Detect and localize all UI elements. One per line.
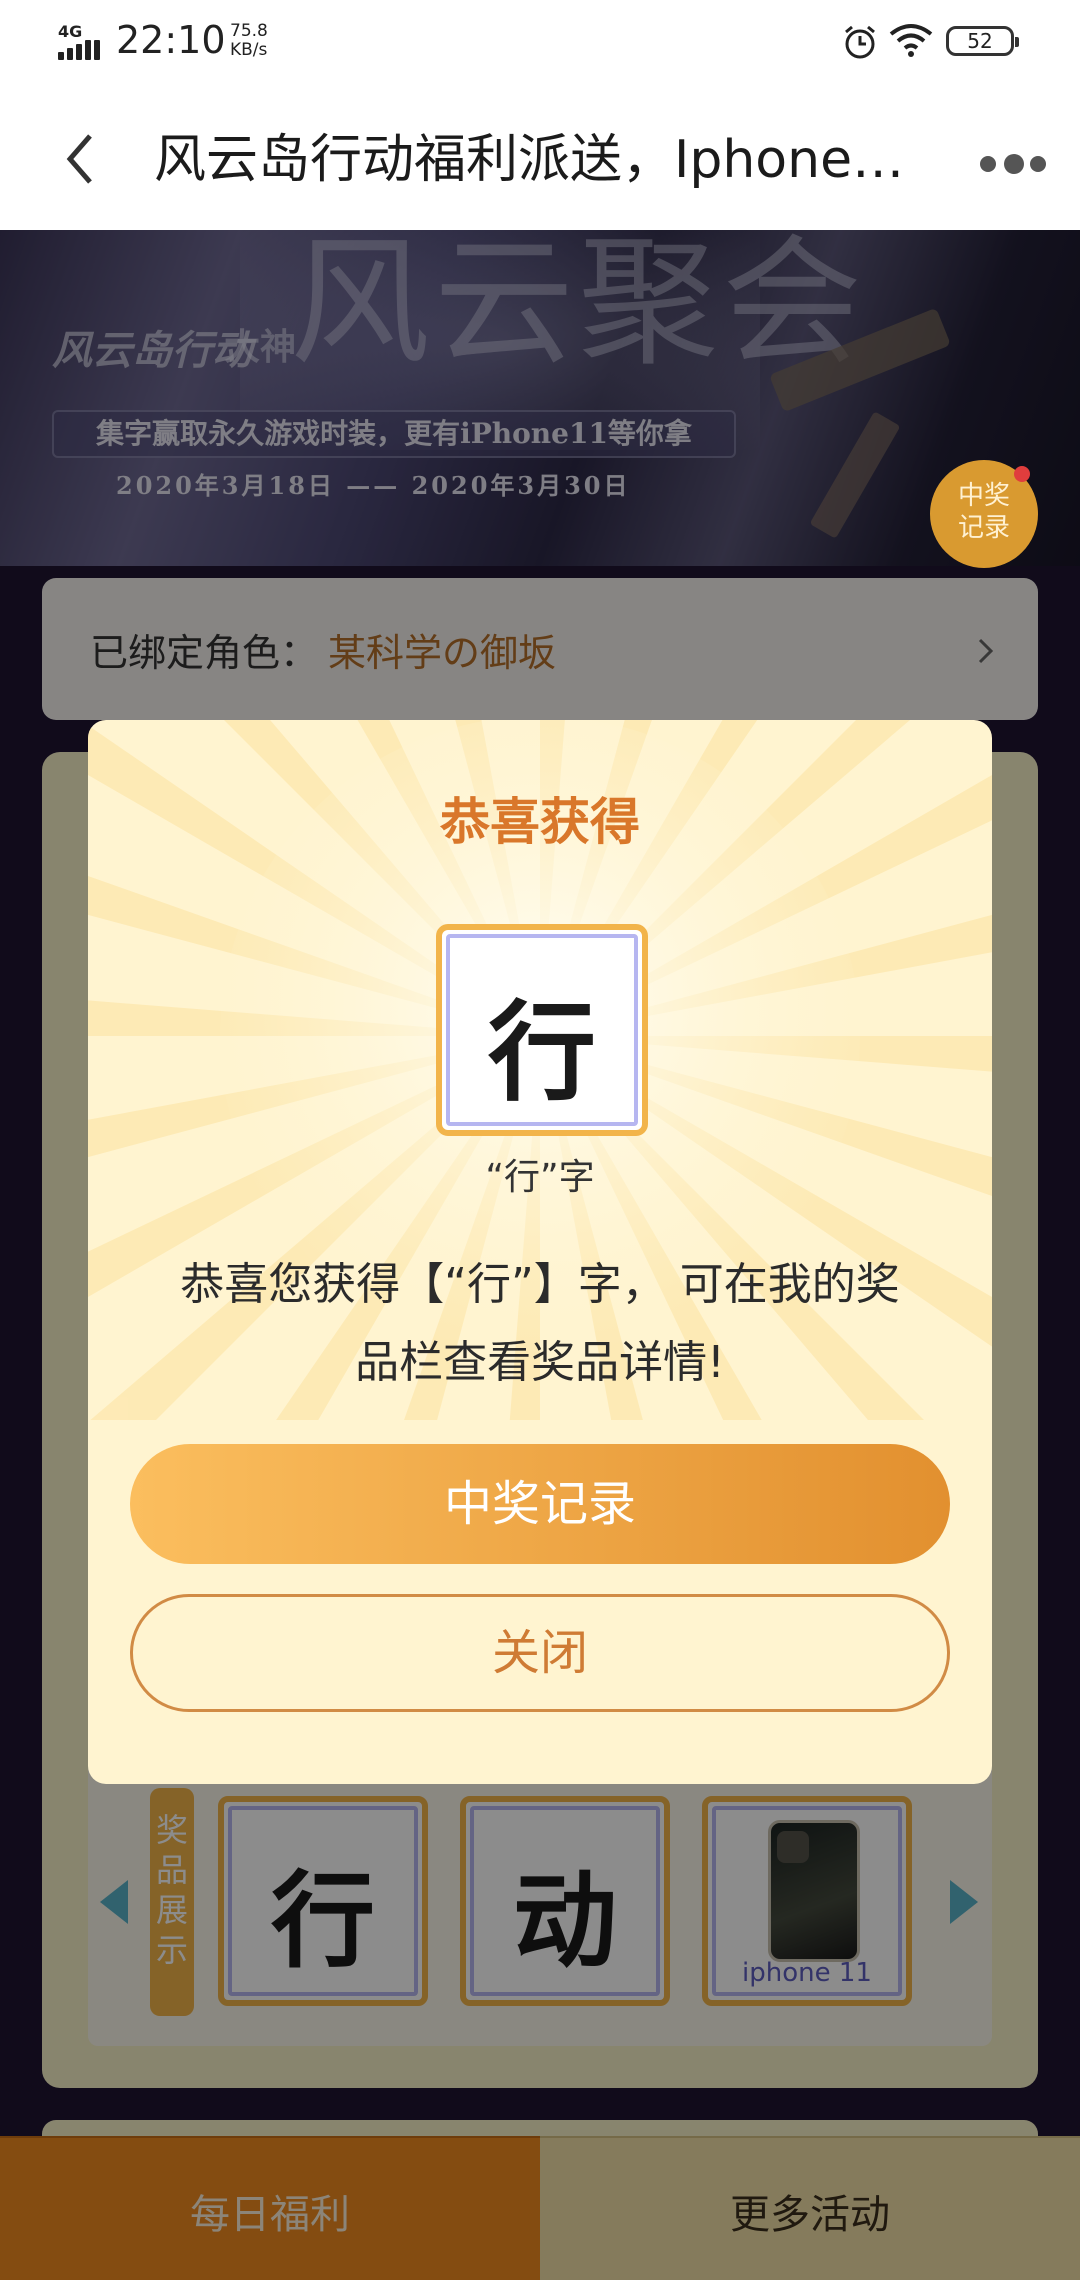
network-type: 4G [58,22,83,41]
title-bar: 风云岛行动福利派送，Iphone… [0,84,1080,230]
record-badge-label: 中奖记录 [957,481,1010,543]
speed-unit: KB/s [230,40,268,60]
reward-caption: “行”字 [485,1157,595,1198]
alarm-icon [845,25,875,59]
speed-value: 75.8 [230,21,268,41]
reward-message: 恭喜您获得【“行”】字， 可在我的奖 品栏查看奖品详情! [138,1246,942,1402]
status-bar: 4G 22:10 75.8 KB/s 52 [0,0,1080,84]
wifi-icon [889,24,933,57]
reward-character-card: 行 [436,924,648,1136]
notification-dot [1014,466,1030,482]
winning-record-button[interactable]: 中奖记录 [130,1444,950,1564]
modal-title: 恭喜获得 [440,793,640,851]
network-speed: 75.8 KB/s [230,22,268,60]
battery-icon: 52 [946,26,1019,56]
page-title: 风云岛行动福利派送，Iphone… [154,130,905,190]
back-button[interactable] [56,124,106,194]
reward-modal: 恭喜获得 行 “行”字 恭喜您获得【“行”】字， 可在我的奖 品栏查看奖品详情!… [88,720,992,1784]
signal-icon: 4G [58,22,108,62]
reward-message-line: 品栏查看奖品详情! [355,1337,725,1388]
reward-message-line: 恭喜您获得【“行”】字， 可在我的奖 [180,1259,900,1310]
close-button[interactable]: 关闭 [130,1594,950,1712]
reward-character: 行 [487,990,596,1116]
clock: 22:10 [116,18,226,62]
more-dots-icon[interactable] [980,148,1046,178]
winning-record-badge[interactable]: 中奖记录 [930,460,1038,568]
